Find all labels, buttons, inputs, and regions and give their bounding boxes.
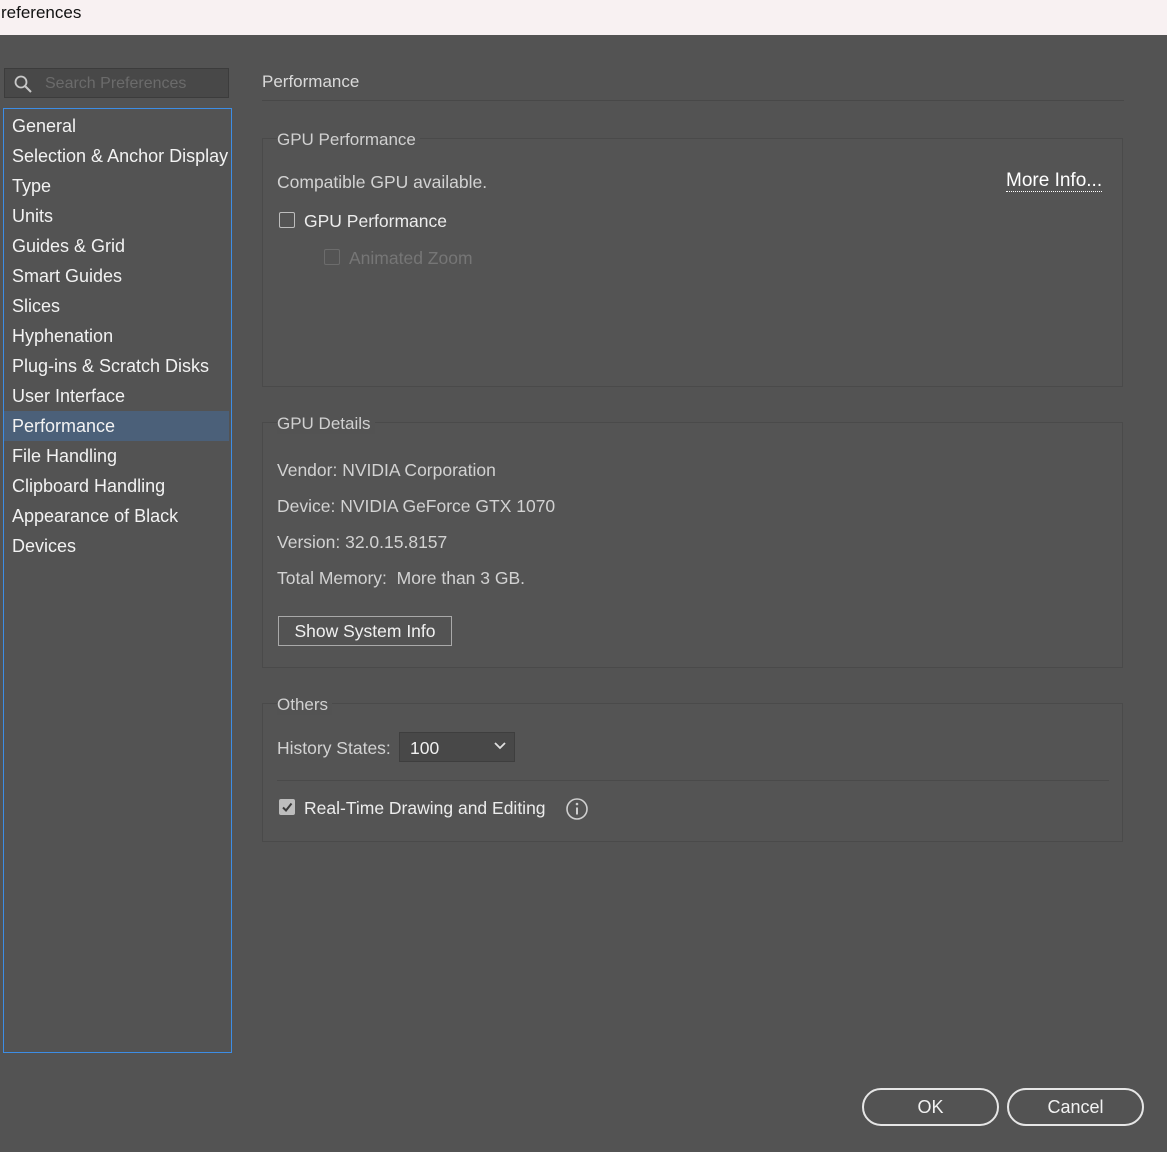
sidebar-item-general[interactable]: General <box>4 111 229 141</box>
realtime-drawing-checkbox[interactable] <box>279 799 295 815</box>
gpu-device-text: Device: NVIDIA GeForce GTX 1070 <box>277 496 556 516</box>
sidebar-item-selection-anchor-display[interactable]: Selection & Anchor Display <box>4 141 229 171</box>
gpu-vendor-text: Vendor: NVIDIA Corporation <box>277 460 496 480</box>
ok-button[interactable]: OK <box>862 1088 999 1126</box>
sidebar-item-file-handling[interactable]: File Handling <box>4 441 229 471</box>
sidebar-item-units[interactable]: Units <box>4 201 229 231</box>
history-states-label: History States: <box>277 738 391 758</box>
gpu-performance-label[interactable]: GPU Performance <box>304 211 447 232</box>
animated-zoom-checkbox[interactable] <box>324 249 340 265</box>
window-title-bar: references <box>0 0 1167 35</box>
sidebar-item-type[interactable]: Type <box>4 171 229 201</box>
realtime-drawing-label[interactable]: Real-Time Drawing and Editing <box>304 798 546 819</box>
sidebar-item-clipboard-handling[interactable]: Clipboard Handling <box>4 471 229 501</box>
info-icon[interactable] <box>565 797 589 821</box>
gpu-performance-title: GPU Performance <box>277 130 420 150</box>
sidebar-item-devices[interactable]: Devices <box>4 531 229 561</box>
sidebar-item-appearance-of-black[interactable]: Appearance of Black <box>4 501 229 531</box>
more-info-link[interactable]: More Info... <box>1006 170 1103 192</box>
others-group: Others History States: 100 Real-Time Dra… <box>262 695 1123 842</box>
history-states-value: 100 <box>410 738 440 758</box>
sidebar-item-guides-grid[interactable]: Guides & Grid <box>4 231 229 261</box>
sidebar-list: General Selection & Anchor Display Type … <box>4 109 231 561</box>
others-divider <box>277 780 1109 781</box>
animated-zoom-label[interactable]: Animated Zoom <box>349 248 473 269</box>
sidebar-item-smart-guides[interactable]: Smart Guides <box>4 261 229 291</box>
gpu-details-title: GPU Details <box>277 414 375 434</box>
search-box[interactable] <box>4 68 229 98</box>
gpu-performance-group: GPU Performance Compatible GPU available… <box>262 130 1123 387</box>
search-input[interactable] <box>43 73 227 95</box>
chevron-down-icon <box>494 742 506 750</box>
checkmark-icon <box>282 802 293 813</box>
cancel-button[interactable]: Cancel <box>1007 1088 1144 1126</box>
page-title: Performance <box>262 72 360 91</box>
gpu-version-text: Version: 32.0.15.8157 <box>277 532 448 552</box>
gpu-details-group: GPU Details Vendor: NVIDIA Corporation D… <box>262 414 1123 668</box>
gpu-status-text: Compatible GPU available. <box>277 172 488 192</box>
history-states-select[interactable]: 100 <box>399 732 515 762</box>
sidebar-item-hyphenation[interactable]: Hyphenation <box>4 321 229 351</box>
window-title: references <box>1 3 82 22</box>
gpu-performance-checkbox[interactable] <box>279 212 295 228</box>
sidebar-item-user-interface[interactable]: User Interface <box>4 381 229 411</box>
sidebar-item-performance[interactable]: Performance <box>4 411 229 441</box>
search-icon <box>14 75 32 93</box>
sidebar-item-plugins-scratch-disks[interactable]: Plug-ins & Scratch Disks <box>4 351 229 381</box>
preferences-sidebar: General Selection & Anchor Display Type … <box>3 108 232 1053</box>
title-divider <box>262 100 1124 101</box>
others-title: Others <box>277 695 333 715</box>
gpu-memory-text: Total Memory: More than 3 GB. <box>277 568 526 588</box>
sidebar-item-slices[interactable]: Slices <box>4 291 229 321</box>
show-system-info-button[interactable]: Show System Info <box>278 616 452 646</box>
